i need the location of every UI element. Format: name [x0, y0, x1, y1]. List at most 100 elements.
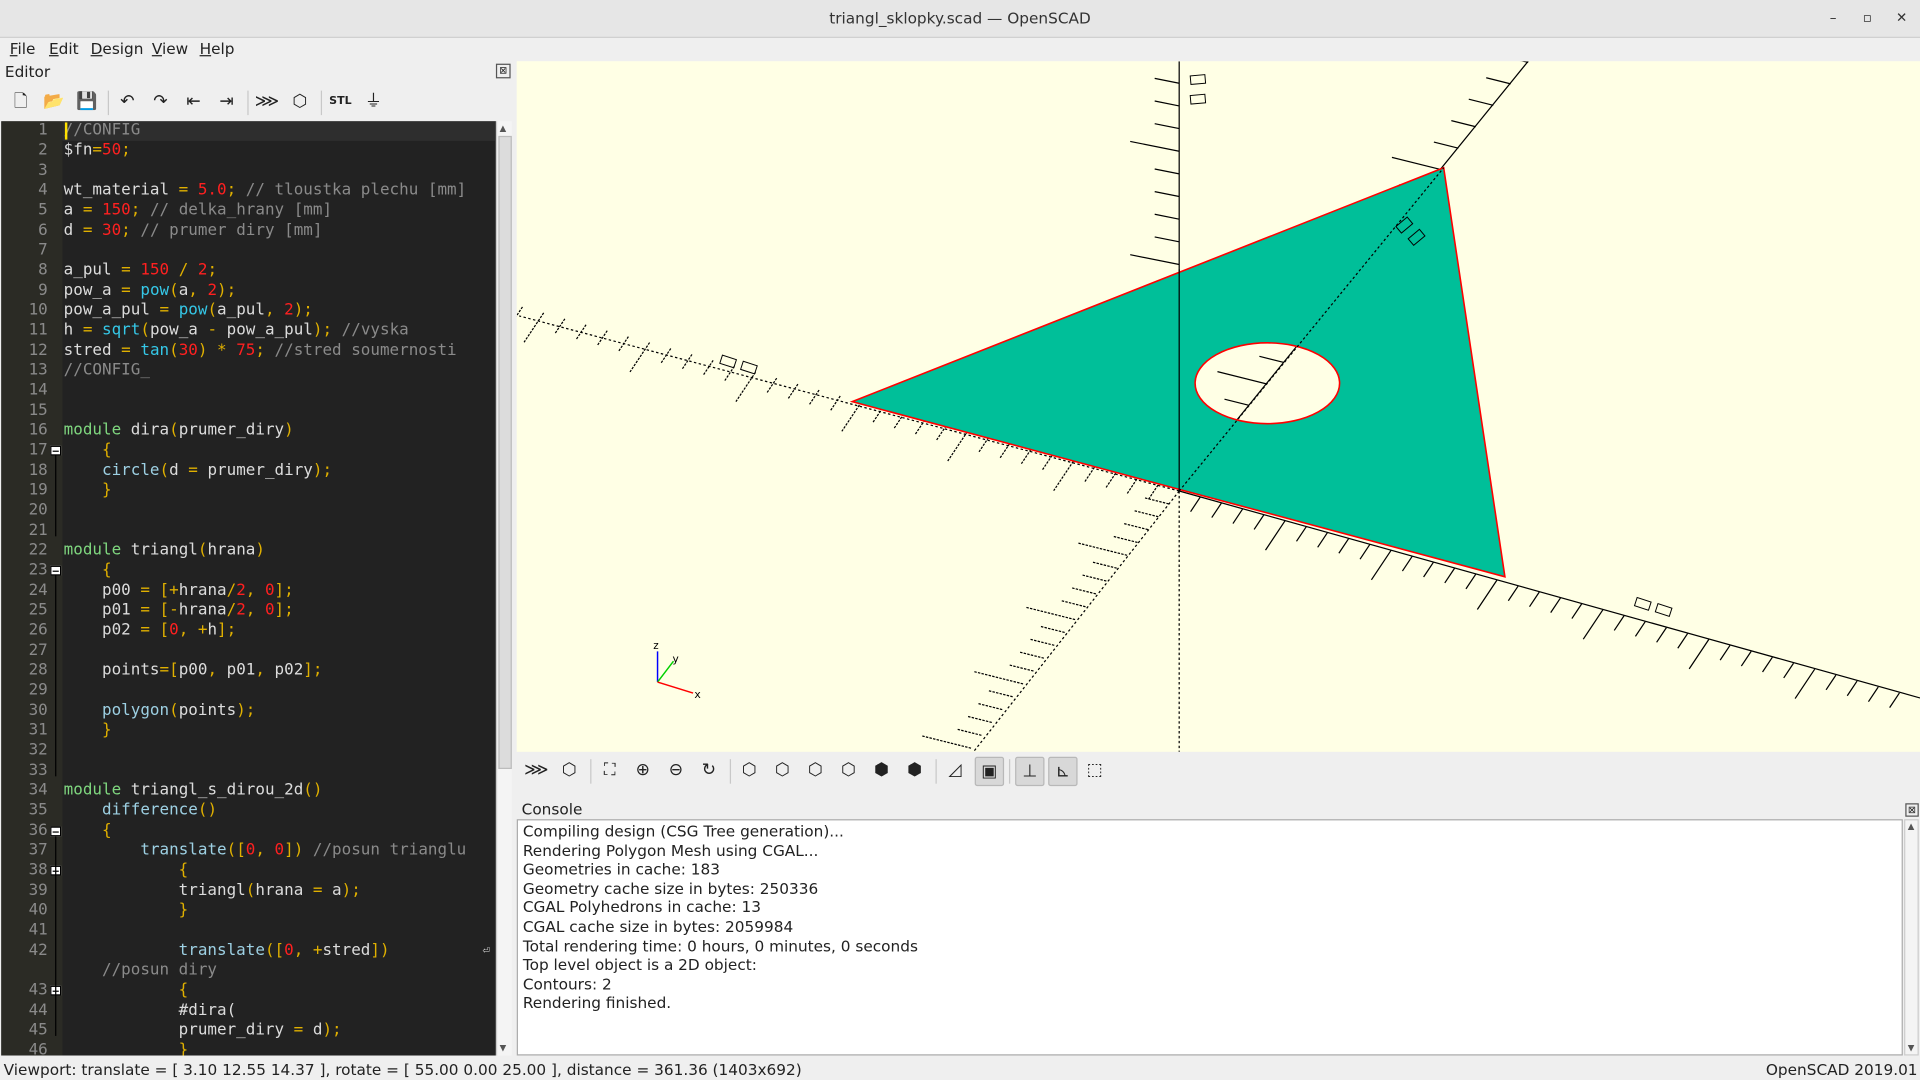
code-line[interactable]: 42 translate([0, +stred]) ⏎: [1, 941, 496, 961]
new-file-icon[interactable]: 🗋: [7, 88, 34, 115]
code-line[interactable]: 11 h = sqrt(pow_a - pow_a_pul); //vyska: [1, 321, 496, 341]
fold-toggle-icon[interactable]: [50, 446, 62, 456]
code-line[interactable]: 41: [1, 921, 496, 941]
view-top-icon[interactable]: ⬡: [769, 757, 796, 784]
code-line[interactable]: 30 polygon(points);: [1, 701, 496, 721]
code-line[interactable]: 4 wt_material = 5.0; // tloustka plechu […: [1, 181, 496, 201]
show-edges-icon[interactable]: ⬚: [1081, 757, 1108, 784]
code-text: }: [64, 901, 189, 921]
code-line[interactable]: 25 p01 = [-hrana/2, 0];: [1, 601, 496, 621]
fold-toggle-icon[interactable]: [50, 825, 62, 836]
code-line[interactable]: 8 a_pul = 150 / 2;: [1, 261, 496, 281]
view-left-icon[interactable]: ⬡: [835, 757, 862, 784]
code-line[interactable]: 18 circle(d = prumer_diry);: [1, 461, 496, 481]
code-line[interactable]: 6 d = 30; // prumer diry [mm]: [1, 221, 496, 241]
code-token: a: [63, 201, 83, 220]
menu-edit[interactable]: Edit: [49, 39, 79, 57]
zoom-in-icon[interactable]: ⊕: [629, 757, 656, 784]
code-line[interactable]: 2 $fn=50;: [1, 141, 496, 161]
code-line[interactable]: 28 points=[p00, p01, p02];: [1, 661, 496, 681]
code-line[interactable]: 24 p00 = [+hrana/2, 0];: [1, 581, 496, 601]
view-back-icon[interactable]: ⬢: [901, 757, 928, 784]
code-line[interactable]: 1 //CONFIG: [1, 121, 496, 141]
code-line[interactable]: 19 }: [1, 481, 496, 501]
code-line[interactable]: 36 {: [1, 821, 496, 841]
code-line[interactable]: 46 }: [1, 1041, 496, 1055]
redo-icon[interactable]: ↷: [147, 88, 174, 115]
code-line[interactable]: 34 module triangl_s_dirou_2d(): [1, 781, 496, 801]
code-line[interactable]: 26 p02 = [0, +h];: [1, 621, 496, 641]
code-line[interactable]: 20: [1, 501, 496, 521]
code-line[interactable]: 13 //CONFIG_: [1, 361, 496, 381]
code-line[interactable]: 44 #dira(: [1, 1001, 496, 1021]
code-line[interactable]: 3: [1, 161, 496, 181]
view-right-icon[interactable]: ⬡: [736, 757, 763, 784]
code-editor[interactable]: 1//CONFIG 2 $fn=50; 3 4 wt_material = 5.0; //…: [1, 121, 496, 1056]
3d-print-icon[interactable]: ⏚: [360, 88, 387, 115]
preview-icon[interactable]: ⋙: [523, 757, 550, 784]
console-close-button[interactable]: ⊠: [1905, 803, 1919, 817]
code-line[interactable]: 10 pow_a_pul = pow(a_pul, 2);: [1, 301, 496, 321]
export-stl-icon[interactable]: STL: [327, 88, 354, 115]
editor-scrollbar[interactable]: ▲ ▼: [495, 121, 512, 1056]
view-bottom-icon[interactable]: ⬡: [802, 757, 829, 784]
minimize-button[interactable]: –: [1822, 7, 1844, 29]
reset-view-icon[interactable]: ↻: [696, 757, 723, 784]
code-line[interactable]: 9 pow_a = pow(a, 2);: [1, 281, 496, 301]
show-scale-markers-icon[interactable]: ⊾: [1048, 756, 1078, 787]
3d-viewport[interactable]: zy x: [516, 61, 1920, 752]
menu-design[interactable]: Design: [91, 39, 144, 57]
code-line[interactable]: 40 }: [1, 901, 496, 921]
code-line[interactable]: //posun diry: [1, 961, 496, 981]
preview-icon[interactable]: ⋙: [253, 88, 280, 115]
code-line[interactable]: 37 translate([0, 0]) //posun trianglu: [1, 841, 496, 861]
render-icon[interactable]: ⬡: [287, 88, 314, 115]
code-line[interactable]: 32: [1, 741, 496, 761]
view-front-icon[interactable]: ⬢: [868, 757, 895, 784]
line-number: 1: [38, 121, 48, 140]
save-icon[interactable]: 💾: [73, 88, 100, 115]
code-text: p00 = [+hrana/2, 0];: [64, 581, 294, 601]
code-line[interactable]: 39 triangl(hrana = a);: [1, 881, 496, 901]
orthogonal-icon[interactable]: ▣: [974, 756, 1005, 787]
code-line[interactable]: 35 difference(): [1, 801, 496, 821]
code-line[interactable]: 5 a = 150; // delka_hrany [mm]: [1, 201, 496, 221]
code-line[interactable]: 16 module dira(prumer_diry): [1, 421, 496, 441]
code-line[interactable]: 27: [1, 641, 496, 661]
code-line[interactable]: 29: [1, 681, 496, 701]
code-line[interactable]: 12 stred = tan(30) * 75; //stred soumerno…: [1, 341, 496, 361]
code-line[interactable]: 7: [1, 241, 496, 261]
show-axes-icon[interactable]: ⊥: [1015, 756, 1045, 787]
open-file-icon[interactable]: 📂: [40, 88, 67, 115]
console-scrollbar[interactable]: ▲ ▼: [1904, 819, 1919, 1056]
code-token: /: [226, 581, 237, 600]
editor-close-button[interactable]: ⊠: [495, 63, 511, 79]
code-line[interactable]: 45 prumer_diry = d);: [1, 1021, 496, 1041]
code-line[interactable]: 17 {: [1, 441, 496, 461]
code-line[interactable]: 22 module triangl(hrana): [1, 541, 496, 561]
render-icon[interactable]: ⬡: [556, 757, 583, 784]
code-line[interactable]: 38 {: [1, 861, 496, 881]
indent-icon[interactable]: ⇥: [213, 88, 240, 115]
code-line[interactable]: 23 {: [1, 561, 496, 581]
undo-icon[interactable]: ↶: [114, 88, 141, 115]
code-line[interactable]: 15: [1, 401, 496, 421]
code-line[interactable]: 14: [1, 381, 496, 401]
code-line[interactable]: 21: [1, 521, 496, 541]
unindent-icon[interactable]: ⇤: [180, 88, 207, 115]
fold-toggle-icon[interactable]: [50, 566, 62, 576]
maximize-button[interactable]: ▫: [1856, 7, 1878, 29]
line-number: 4: [38, 181, 48, 200]
code-line[interactable]: 33: [1, 761, 496, 781]
view-all-icon[interactable]: ⛶: [596, 757, 623, 784]
scene-canvas[interactable]: zy x: [516, 61, 1920, 752]
close-button[interactable]: ✕: [1891, 7, 1913, 29]
zoom-out-icon[interactable]: ⊖: [662, 757, 689, 784]
menu-view[interactable]: View: [152, 39, 188, 57]
editor-scrollbar-thumb[interactable]: [498, 135, 512, 769]
menu-help[interactable]: Help: [200, 39, 235, 57]
code-line[interactable]: 43 {: [1, 981, 496, 1001]
perspective-icon[interactable]: ◿: [942, 757, 969, 784]
menu-file[interactable]: File: [10, 39, 36, 57]
code-line[interactable]: 31 }: [1, 721, 496, 741]
